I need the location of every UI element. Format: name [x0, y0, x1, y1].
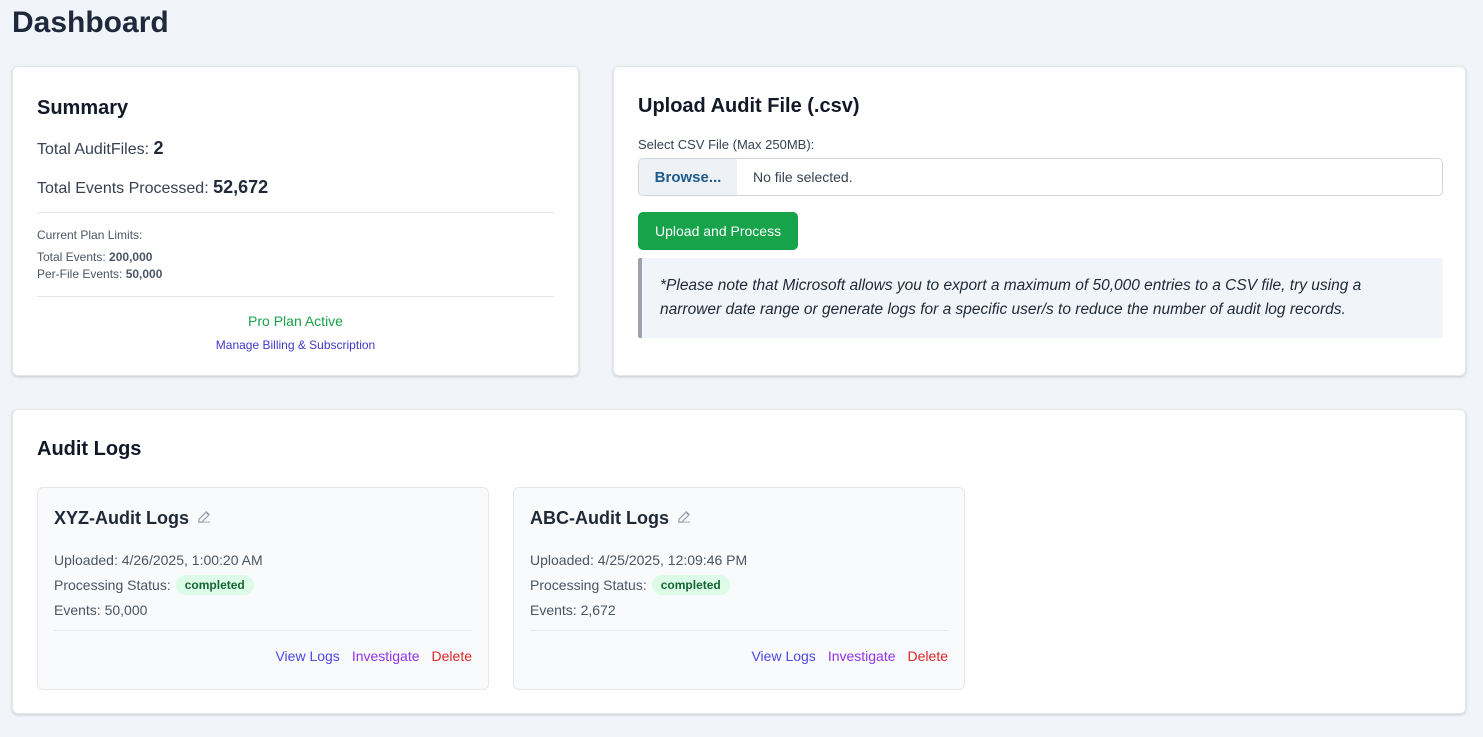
limit-per-file-events: Per-File Events: 50,000	[37, 268, 554, 280]
manage-billing-link[interactable]: Manage Billing & Subscription	[37, 338, 554, 352]
limit-total-events: Total Events: 200,000	[37, 251, 554, 263]
processing-status: Processing Status: completed	[54, 575, 472, 595]
divider	[37, 212, 554, 213]
divider	[54, 630, 472, 631]
delete-link[interactable]: Delete	[908, 648, 948, 664]
csv-file-input[interactable]: Browse... No file selected.	[638, 158, 1443, 196]
uploaded-date: Uploaded: 4/26/2025, 1:00:20 AM	[54, 552, 472, 568]
upload-card: Upload Audit File (.csv) Select CSV File…	[613, 66, 1466, 376]
uploaded-value: 4/25/2025, 12:09:46 PM	[597, 552, 748, 568]
pencil-edit-icon[interactable]	[197, 509, 212, 528]
no-file-text: No file selected.	[753, 169, 853, 185]
view-logs-link[interactable]: View Logs	[751, 648, 815, 664]
upload-and-process-button[interactable]: Upload and Process	[638, 212, 799, 250]
summary-card: Summary Total AuditFiles: 2 Total Events…	[12, 66, 579, 376]
audit-log-name: XYZ-Audit Logs	[54, 508, 189, 528]
divider	[530, 630, 948, 631]
events-label: Events:	[530, 602, 581, 618]
investigate-link[interactable]: Investigate	[828, 648, 896, 664]
upload-title: Upload Audit File (.csv)	[638, 95, 860, 117]
file-input-label: Select CSV File (Max 250MB):	[638, 137, 815, 152]
total-events-value: 52,672	[213, 177, 269, 197]
total-audit-files: Total AuditFiles: 2	[37, 138, 554, 159]
log-actions: View Logs Investigate Delete	[54, 648, 472, 664]
total-events-label: Total Events Processed:	[37, 180, 214, 197]
limit-perfile-value: 50,000	[125, 267, 163, 281]
limit-perfile-label: Per-File Events:	[37, 267, 126, 281]
events-count: Events: 50,000	[54, 602, 472, 618]
summary-title: Summary	[37, 97, 129, 119]
view-logs-link[interactable]: View Logs	[275, 648, 339, 664]
status-badge: completed	[175, 575, 254, 595]
investigate-link[interactable]: Investigate	[352, 648, 420, 664]
divider	[37, 296, 554, 297]
export-limit-note: *Please note that Microsoft allows you t…	[638, 258, 1443, 338]
uploaded-label: Uploaded:	[530, 552, 598, 568]
uploaded-date: Uploaded: 4/25/2025, 12:09:46 PM	[530, 552, 948, 568]
status-label: Processing Status:	[54, 577, 171, 593]
plan-limits-heading: Current Plan Limits:	[37, 228, 143, 242]
log-actions: View Logs Investigate Delete	[530, 648, 948, 664]
total-events-processed: Total Events Processed: 52,672	[37, 177, 554, 198]
browse-button[interactable]: Browse...	[639, 159, 737, 195]
audit-log-item: ABC-Audit Logs Uploaded: 4/25/2025, 12:0…	[513, 487, 965, 690]
pencil-edit-icon[interactable]	[677, 509, 692, 528]
page-title: Dashboard	[12, 6, 169, 39]
uploaded-value: 4/26/2025, 1:00:20 AM	[121, 552, 263, 568]
plan-status: Pro Plan Active	[248, 313, 343, 329]
audit-logs-title: Audit Logs	[37, 438, 142, 460]
total-audit-files-label: Total AuditFiles:	[37, 141, 154, 158]
events-value: 2,672	[580, 602, 616, 618]
delete-link[interactable]: Delete	[432, 648, 472, 664]
limit-total-value: 200,000	[109, 250, 153, 264]
events-count: Events: 2,672	[530, 602, 948, 618]
uploaded-label: Uploaded:	[54, 552, 122, 568]
audit-log-item: XYZ-Audit Logs Uploaded: 4/26/2025, 1:00…	[37, 487, 489, 690]
total-audit-files-value: 2	[153, 138, 164, 158]
events-value: 50,000	[104, 602, 148, 618]
status-badge: completed	[651, 575, 730, 595]
audit-log-name: ABC-Audit Logs	[530, 508, 669, 528]
status-label: Processing Status:	[530, 577, 647, 593]
events-label: Events:	[54, 602, 105, 618]
limit-total-label: Total Events:	[37, 250, 110, 264]
audit-logs-card: Audit Logs XYZ-Audit Logs Uploaded: 4/26…	[12, 409, 1466, 714]
processing-status: Processing Status: completed	[530, 575, 948, 595]
